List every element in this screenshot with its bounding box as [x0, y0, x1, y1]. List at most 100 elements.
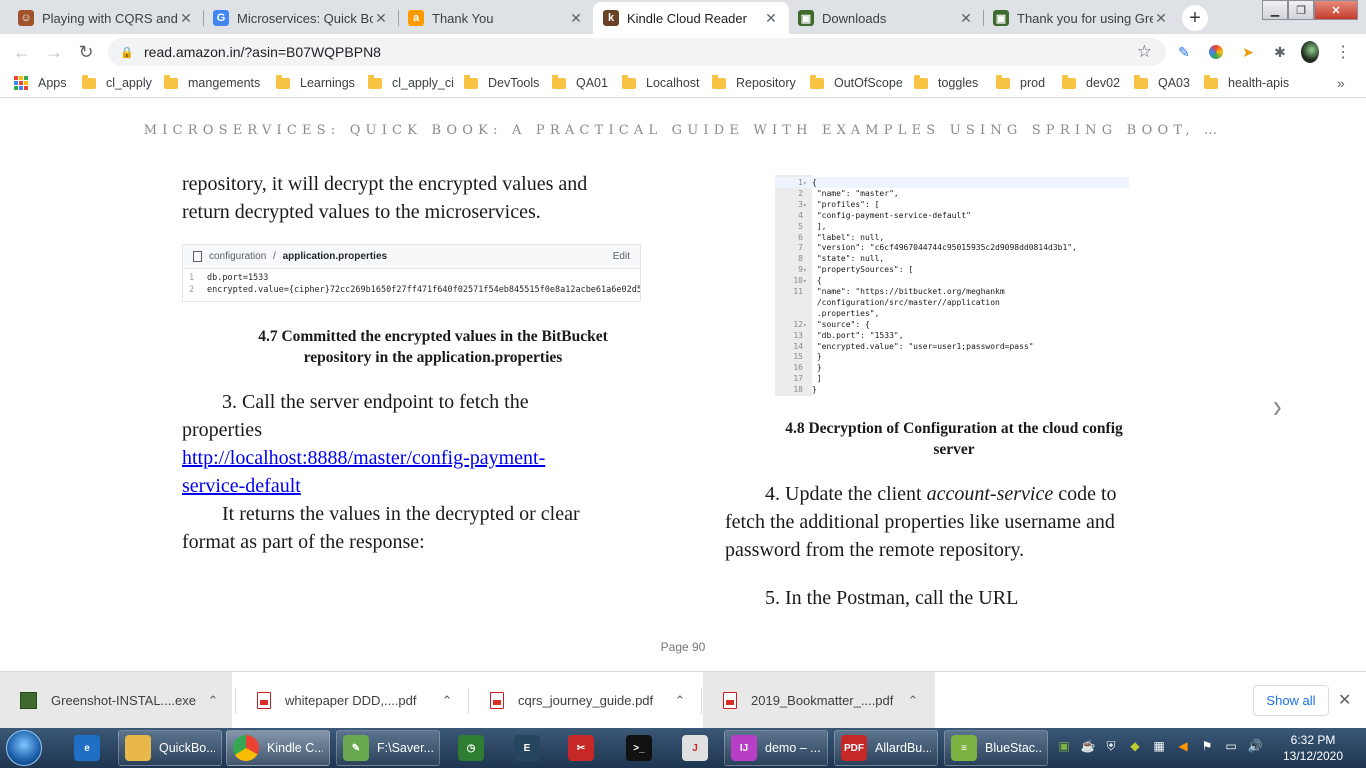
maximize-button[interactable]: ❐ [1288, 0, 1314, 20]
minimize-button[interactable]: ▁ [1262, 0, 1288, 20]
tray-flag-icon[interactable]: ⚑ [1199, 738, 1215, 754]
text-line: 5. In the Postman, call the URL [765, 587, 1019, 609]
config-endpoint-link[interactable]: http://localhost:8888/master/config-paym… [182, 447, 545, 469]
close-window-button[interactable]: ✕ [1314, 0, 1358, 20]
text-run: code to [1053, 483, 1117, 505]
bookmark-folder[interactable]: Learnings [276, 74, 355, 90]
close-download-shelf-icon[interactable]: ✕ [1338, 690, 1351, 710]
download-filename: 2019_Bookmatter_....pdf [751, 693, 894, 708]
tray-volume-icon[interactable]: 🔊 [1247, 738, 1263, 754]
chevron-up-icon[interactable]: ⌃ [201, 693, 225, 709]
windows-taskbar: e QuickBo... Kindle C... ✎ F:\Saver... ◷ E ✂ >_ J… [0, 728, 1366, 768]
taskbar-button[interactable]: e [68, 730, 108, 766]
tray-bluestacks-icon[interactable]: ◆ [1127, 738, 1143, 754]
tray-display-icon[interactable]: ▭ [1223, 738, 1239, 754]
address-bar[interactable]: 🔒 read.amazon.in/?asin=B07WQPBPN8 ☆ [108, 38, 1166, 66]
line-number: 14 [793, 341, 803, 351]
bookmark-folder[interactable]: toggles [914, 74, 979, 90]
tray-greenshot-icon[interactable]: ▣ [1056, 738, 1072, 754]
text-line: fetch the additional properties like use… [725, 511, 1115, 533]
taskbar-button[interactable]: PDF AllardBu... [834, 730, 938, 766]
lock-icon[interactable]: 🔒 [120, 46, 134, 59]
json-line: 14 "encrypted.value": "user=user1;passwo… [775, 341, 1033, 352]
forward-icon[interactable]: → [44, 42, 64, 62]
bookmark-folder[interactable]: Repository [712, 74, 796, 90]
text-line: properties [182, 419, 262, 441]
taskbar-button[interactable]: J [676, 730, 716, 766]
tray-java-icon[interactable]: ☕ [1080, 738, 1096, 754]
new-tab-button[interactable]: + [1182, 5, 1208, 31]
browser-tab[interactable]: a Thank You ✕ [398, 2, 594, 34]
pen-extension-icon[interactable]: ✎ [1175, 43, 1193, 61]
figure-caption-4-8: 4.8 Decryption of Configuration at the c… [725, 418, 1183, 460]
next-page-chevron-icon[interactable]: › [1273, 386, 1282, 426]
close-tab-icon[interactable]: ✕ [568, 10, 584, 27]
bookmark-folder[interactable]: Localhost [622, 74, 700, 90]
taskbar-button[interactable]: Kindle C... [226, 730, 330, 766]
close-tab-icon[interactable]: ✕ [373, 10, 389, 27]
chevron-up-icon[interactable]: ⌃ [901, 693, 925, 709]
chevron-up-icon[interactable]: ⌃ [668, 693, 692, 709]
json-line: 11 "name": "https://bitbucket.org/meghan… [775, 286, 1004, 297]
figure-application-properties: configuration / application.properties E… [182, 244, 641, 302]
back-icon[interactable]: ← [12, 42, 32, 62]
reload-icon[interactable]: ↻ [76, 42, 96, 62]
line-number: 2 [798, 188, 803, 198]
bookmark-folder[interactable]: mangements [164, 74, 260, 90]
browser-tab[interactable]: ☺ Playing with CQRS and E ✕ [8, 2, 204, 34]
browser-tab[interactable]: ▣ Thank you for using Gree ✕ [983, 2, 1179, 34]
browser-tab[interactable]: k Kindle Cloud Reader ✕ [593, 2, 789, 34]
taskbar-button[interactable]: ✎ F:\Saver... [336, 730, 440, 766]
close-tab-icon[interactable]: ✕ [958, 10, 974, 27]
show-all-downloads-button[interactable]: Show all [1253, 685, 1329, 716]
download-item[interactable]: 2019_Bookmatter_....pdf ⌃ [703, 672, 935, 729]
tray-shield-icon[interactable]: ⛨ [1103, 738, 1119, 754]
arrow-extension-icon[interactable]: ➤ [1239, 43, 1257, 61]
download-item[interactable]: cqrs_journey_guide.pdf ⌃ [470, 672, 702, 729]
browser-menu-icon[interactable]: ⋮ [1334, 43, 1352, 61]
system-clock[interactable]: 6:32 PM 13/12/2020 [1278, 732, 1348, 764]
folder-icon [276, 74, 290, 89]
browser-tab[interactable]: ▣ Downloads ✕ [788, 2, 984, 34]
download-item[interactable]: Greenshot-INSTAL....exe ⌃ [0, 672, 232, 729]
bookmark-folder[interactable]: prod [996, 74, 1045, 90]
line-number: 9 [798, 265, 803, 275]
close-tab-icon[interactable]: ✕ [1153, 10, 1169, 27]
download-item[interactable]: whitepaper DDD,....pdf ⌃ [237, 672, 469, 729]
close-tab-icon[interactable]: ✕ [178, 10, 194, 27]
taskbar-button[interactable]: IJ demo – ... [724, 730, 828, 766]
start-button[interactable] [6, 730, 42, 766]
taskbar-button[interactable]: E [508, 730, 548, 766]
taskbar-button[interactable]: ◷ [452, 730, 492, 766]
taskbar-button[interactable]: >_ [620, 730, 660, 766]
taskbar-button[interactable]: ✂ [562, 730, 602, 766]
color-picker-extension-icon[interactable] [1207, 43, 1225, 61]
extensions-puzzle-icon[interactable]: ✱ [1271, 43, 1289, 61]
chevron-up-icon[interactable]: ⌃ [435, 693, 459, 709]
bookmark-folder[interactable]: cl_apply [82, 74, 152, 90]
code-line: 2 encrypted.value={cipher}72cc269b1650f27… [183, 284, 640, 296]
bookmark-folder[interactable]: health-apis [1204, 74, 1290, 90]
json-text: } [812, 363, 822, 373]
bookmark-folder[interactable]: dev02 [1062, 74, 1120, 90]
bookmark-folder[interactable]: QA01 [552, 74, 608, 90]
apps-shortcut[interactable]: Apps [14, 76, 67, 90]
tray-speaker-muted-icon[interactable]: ◀ [1175, 738, 1191, 754]
profile-avatar[interactable] [1301, 41, 1319, 63]
taskbar-button[interactable]: QuickBo... [118, 730, 222, 766]
tray-network-grid-icon[interactable]: ▦ [1151, 738, 1167, 754]
bookmark-folder[interactable]: DevTools [464, 74, 539, 90]
bookmark-label: toggles [938, 76, 979, 90]
taskbar-button[interactable]: ≡ BlueStac... [944, 730, 1048, 766]
browser-tab[interactable]: G Microservices: Quick Boo ✕ [203, 2, 399, 34]
more-bookmarks-button[interactable]: » [1337, 75, 1345, 91]
bookmark-star-icon[interactable]: ☆ [1137, 42, 1152, 62]
json-text: { [812, 178, 817, 187]
bookmark-folder[interactable]: cl_apply_ci [368, 74, 454, 90]
bookmark-folder[interactable]: OutOfScope [810, 74, 903, 90]
bookmark-label: health-apis [1228, 76, 1290, 90]
bookmark-folder[interactable]: QA03 [1134, 74, 1190, 90]
clock-app-icon: ◷ [458, 735, 484, 761]
close-tab-icon[interactable]: ✕ [763, 10, 779, 27]
config-endpoint-link-continued[interactable]: service-default [182, 475, 301, 497]
